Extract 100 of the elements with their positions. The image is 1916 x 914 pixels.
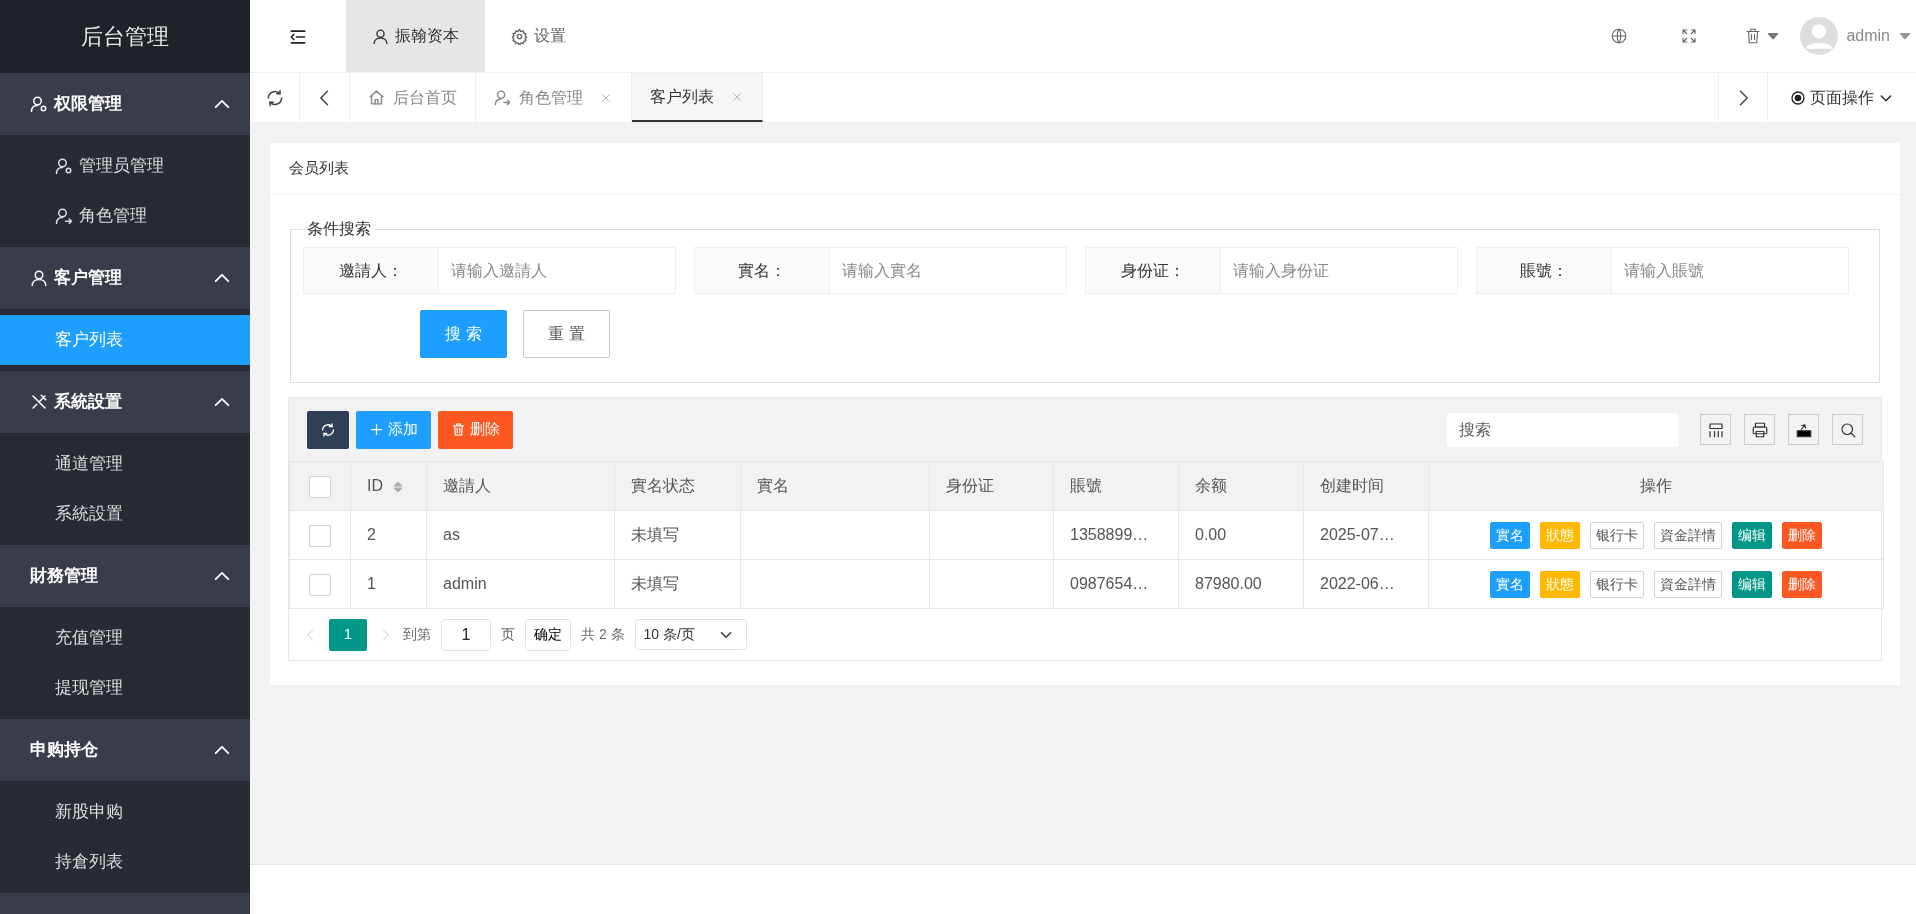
group-label: 客户管理 (54, 267, 123, 290)
avatar-icon (1800, 17, 1839, 55)
print-icon (1750, 420, 1769, 439)
column-header: ID (367, 477, 383, 494)
page-size-select[interactable]: 10 条/页 (634, 619, 747, 650)
search-button[interactable] (1832, 414, 1863, 445)
field-label: 身份证： (1085, 247, 1221, 294)
search-field[interactable]: 请输入身份证 (1221, 247, 1458, 294)
action-button[interactable]: 資金詳情 (1654, 521, 1722, 549)
column-header: 賬號 (1053, 461, 1179, 511)
card-title: 会员列表 (289, 158, 349, 179)
group-label: 系統設置 (54, 391, 123, 414)
reset-button[interactable]: 重 置 (523, 310, 610, 358)
sidebar-item[interactable]: 通道管理 (0, 439, 250, 489)
page-tab[interactable]: 客户列表 (632, 73, 763, 122)
action-button[interactable]: 编辑 (1732, 570, 1772, 598)
table-cell: 未填写 (614, 510, 741, 560)
table-cell: 2025-07… (1303, 510, 1429, 560)
user-arrow-icon (494, 89, 511, 106)
table-cell: 0987654… (1053, 559, 1179, 609)
goto-label: 到第 (403, 625, 431, 644)
chevron-right-button[interactable] (1718, 73, 1768, 122)
table-cell: 2022-06… (1303, 559, 1429, 609)
group-label: 財務管理 (30, 565, 99, 588)
page-button[interactable]: 1 (329, 618, 367, 651)
page-number-field[interactable]: 1 (441, 618, 491, 651)
columns-button[interactable] (1700, 414, 1731, 445)
page-actions-menu[interactable]: 页面操作 (1768, 73, 1916, 122)
sidebar-item[interactable]: 系統設置 (0, 489, 250, 539)
radio-dot-icon (1790, 89, 1806, 106)
search-field[interactable]: 请输入實名 (830, 247, 1067, 294)
sidebar-item[interactable]: 管理员管理 (0, 141, 250, 191)
field-label: 邀請人： (303, 247, 439, 294)
column-header: 操作 (1428, 461, 1884, 511)
sidebar-item[interactable]: 持倉列表 (0, 837, 250, 887)
refresh-icon (265, 87, 285, 108)
trash-icon (1744, 27, 1763, 45)
table-cell: 0.00 (1178, 510, 1304, 560)
table-search-field[interactable]: 搜索 (1447, 412, 1679, 447)
table-cell: admin (426, 559, 615, 609)
group-label: 申购持仓 (30, 739, 99, 762)
column-header: 余额 (1178, 461, 1304, 511)
columns-icon (1706, 420, 1725, 439)
export-button[interactable] (1788, 414, 1819, 445)
search-field[interactable]: 请输入邀請人 (439, 247, 676, 294)
page-unit-label: 页 (501, 625, 515, 644)
sidebar-item[interactable]: 提现管理 (0, 663, 250, 713)
globe-icon[interactable] (1610, 27, 1629, 45)
refresh-icon (320, 421, 336, 438)
confirm-button[interactable]: 确定 (525, 618, 571, 651)
sort-icon[interactable] (391, 479, 405, 494)
table-cell: 1358899… (1053, 510, 1179, 560)
row-checkbox[interactable] (309, 573, 331, 596)
fullscreen-icon[interactable] (1680, 27, 1699, 45)
user-arrow-icon (55, 207, 73, 225)
table-cell: 87980.00 (1178, 559, 1304, 609)
plus-icon (369, 422, 384, 437)
table-cell: 1 (350, 559, 427, 609)
app-title: 后台管理 (0, 0, 250, 73)
user-icon (372, 27, 389, 45)
search-field[interactable]: 请输入賬號 (1612, 247, 1849, 294)
action-button[interactable]: 银行卡 (1590, 570, 1644, 598)
group-label: 权限管理 (54, 93, 123, 116)
table-cell: as (426, 510, 615, 560)
sidebar-group[interactable]: 系統設置 (0, 371, 250, 433)
column-header: 實名 (740, 461, 930, 511)
print-button[interactable] (1744, 414, 1775, 445)
select-all-checkbox[interactable] (309, 475, 331, 498)
user-icon (30, 269, 48, 287)
action-button[interactable]: 编辑 (1732, 521, 1772, 549)
user-gear-icon (30, 95, 48, 113)
sidebar-group[interactable]: 申购持仓 (0, 719, 250, 781)
user-gear-icon (55, 157, 73, 175)
trash-icon (451, 422, 466, 437)
refresh-button[interactable] (307, 410, 349, 449)
column-header: 邀請人 (426, 461, 615, 511)
sidebar-item[interactable]: 角色管理 (0, 191, 250, 241)
sidebar-group[interactable]: 客户管理 (0, 247, 250, 309)
user-name[interactable]: admin (1846, 24, 1890, 48)
table-cell: 未填写 (614, 559, 741, 609)
sidebar-group[interactable]: 財務管理 (0, 545, 250, 607)
home-icon (368, 89, 385, 106)
sidebar-item[interactable]: 充值管理 (0, 613, 250, 663)
table-cell: 2 (350, 510, 427, 560)
nav-tab[interactable]: 设置 (485, 0, 592, 72)
field-label: 賬號： (1476, 247, 1612, 294)
action-button[interactable]: 資金詳情 (1654, 570, 1722, 598)
sidebar-item[interactable]: 新股申购 (0, 787, 250, 837)
page-tab[interactable]: 后台首页 (350, 73, 476, 122)
column-header: 创建时间 (1303, 461, 1429, 511)
nav-tab[interactable]: 振翰资本 (346, 0, 485, 72)
field-label: 實名： (694, 247, 830, 294)
action-button[interactable]: 银行卡 (1590, 521, 1644, 549)
total-count: 共 2 条 (581, 625, 625, 644)
row-checkbox[interactable] (309, 524, 331, 547)
column-header: 實名状态 (614, 461, 741, 511)
search-icon (1838, 420, 1857, 439)
column-header: 身份证 (929, 461, 1054, 511)
sidebar-group[interactable]: 权限管理 (0, 73, 250, 135)
gear-icon (511, 27, 528, 45)
